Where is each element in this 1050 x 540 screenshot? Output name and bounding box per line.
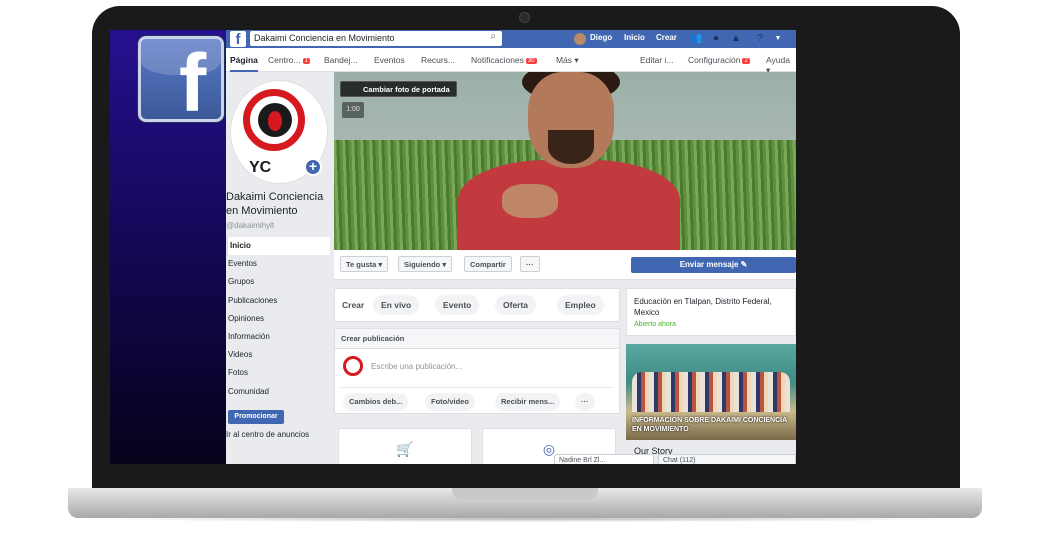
page-tabs: Página Centro... 1 Bandej... Eventos Recu… bbox=[226, 48, 796, 75]
page-handle[interactable]: @dakaimihylt bbox=[226, 221, 274, 230]
tab-bandeja[interactable]: Bandej... bbox=[324, 55, 358, 65]
offer-button[interactable]: Oferta bbox=[495, 295, 537, 315]
facebook-home-icon[interactable]: f bbox=[230, 31, 246, 48]
nav-item-grupos[interactable]: Grupos bbox=[226, 273, 330, 291]
messenger-icon[interactable]: ● bbox=[710, 33, 722, 45]
cart-icon: 🛒 bbox=[396, 441, 414, 457]
post-input[interactable]: Escribe una publicación... bbox=[371, 362, 462, 371]
photo-video-button[interactable]: Foto/video bbox=[425, 393, 475, 411]
chat-tab[interactable]: Nadine Brl Zl... bbox=[554, 454, 654, 464]
group-photo bbox=[632, 372, 790, 412]
share-button[interactable]: Compartir bbox=[464, 256, 512, 272]
laptop-notch bbox=[452, 488, 598, 500]
configuracion-badge: 2 bbox=[742, 58, 750, 64]
tab-editar[interactable]: Editar i... bbox=[640, 55, 674, 65]
webcam-icon bbox=[519, 12, 530, 23]
nav-item-inicio[interactable]: Inicio bbox=[226, 237, 330, 256]
home-link[interactable]: Inicio bbox=[624, 33, 645, 42]
create-box: Crear En vivo Evento Oferta Empleo bbox=[334, 288, 620, 322]
action-bar: Te gusta ▾ Siguiendo ▾ Compartir ··· Env… bbox=[334, 250, 796, 280]
person-beard bbox=[548, 130, 594, 164]
instagram-icon: ◎ bbox=[542, 441, 556, 457]
receive-messages-button[interactable]: Recibir mens... bbox=[495, 393, 561, 411]
tab-configuracion[interactable]: Configuración 2 bbox=[688, 55, 750, 65]
info-image[interactable]: INFORMACIÓN SOBRE DAKAIMI CONCIENCIA EN … bbox=[626, 344, 796, 440]
user-name-link[interactable]: Diego bbox=[590, 33, 612, 42]
search-icon[interactable]: ⌕ bbox=[490, 31, 496, 42]
ads-center-link[interactable]: Ir al centro de anuncios bbox=[226, 430, 309, 439]
change-button[interactable]: Cambios deb... bbox=[343, 393, 409, 411]
side-nav: Inicio Eventos Grupos Publicaciones Opin… bbox=[226, 237, 330, 401]
chevron-down-icon[interactable]: ▼ bbox=[772, 33, 784, 45]
like-button[interactable]: Te gusta ▾ bbox=[340, 256, 389, 272]
create-label: Crear bbox=[342, 300, 365, 310]
nav-item-eventos[interactable]: Eventos bbox=[226, 255, 330, 273]
facebook-page: f Dakaimi Conciencia en Movimiento ⌕ Die… bbox=[226, 30, 796, 464]
laptop-screen: f f Dakaimi Conciencia en Movimiento ⌕ D… bbox=[110, 30, 796, 464]
create-post-box: Crear publicación Escribe una publicació… bbox=[334, 328, 620, 414]
user-avatar[interactable] bbox=[574, 33, 586, 45]
facebook-logo-icon: f bbox=[138, 36, 224, 125]
more-actions-button[interactable]: ··· bbox=[520, 256, 540, 272]
tab-recursos[interactable]: Recurs... bbox=[421, 55, 455, 65]
tab-mas[interactable]: Más ▾ bbox=[556, 55, 579, 66]
cover-photo[interactable]: Cambiar foto de portada 1:00 bbox=[334, 72, 796, 250]
logo-text: YC bbox=[249, 159, 272, 176]
logo-drop bbox=[268, 111, 282, 131]
create-post-header: Crear publicación bbox=[335, 329, 619, 349]
nav-item-opiniones[interactable]: Opiniones bbox=[226, 310, 330, 328]
tab-notificaciones[interactable]: Notificaciones 30 bbox=[471, 55, 537, 65]
help-icon[interactable]: ? bbox=[754, 33, 766, 45]
live-button[interactable]: En vivo bbox=[373, 295, 420, 315]
change-cover-button[interactable]: Cambiar foto de portada bbox=[340, 81, 457, 97]
search-input[interactable]: Dakaimi Conciencia en Movimiento ⌕ bbox=[250, 31, 502, 46]
nav-item-fotos[interactable]: Fotos bbox=[226, 364, 330, 382]
left-column: YC + Dakaimi Conciencia en Movimiento @d… bbox=[226, 72, 334, 464]
centro-badge: 1 bbox=[302, 58, 310, 64]
nav-item-videos[interactable]: Videos bbox=[226, 346, 330, 364]
tab-eventos[interactable]: Eventos bbox=[374, 55, 405, 65]
send-message-button[interactable]: Enviar mensaje ✎ bbox=[631, 257, 796, 273]
notifications-bell-icon[interactable]: ▲ bbox=[730, 33, 742, 45]
search-value: Dakaimi Conciencia en Movimiento bbox=[254, 33, 395, 43]
person-hand bbox=[502, 184, 558, 218]
open-status: Abierto ahora bbox=[634, 321, 677, 328]
event-button[interactable]: Evento bbox=[435, 295, 480, 315]
info-title: INFORMACIÓN SOBRE DAKAIMI CONCIENCIA EN … bbox=[632, 417, 787, 433]
tab-centro[interactable]: Centro... 1 bbox=[268, 55, 310, 65]
nav-item-comunidad[interactable]: Comunidad bbox=[226, 383, 330, 401]
person-shirt bbox=[458, 160, 680, 250]
create-link[interactable]: Crear bbox=[656, 33, 677, 42]
promote-button[interactable]: Promocionar bbox=[228, 410, 284, 424]
shop-card[interactable]: 🛒 bbox=[338, 428, 472, 464]
location-box: Educación en Tlalpan, Distrito Federal, … bbox=[626, 288, 796, 336]
page-name: Dakaimi Conciencia en Movimiento bbox=[226, 191, 324, 217]
job-button[interactable]: Empleo bbox=[557, 295, 604, 315]
location-text: Educación en Tlalpan, Distrito Federal, … bbox=[634, 297, 772, 317]
add-photo-icon[interactable]: + bbox=[304, 158, 322, 176]
nav-item-publicaciones[interactable]: Publicaciones bbox=[226, 292, 330, 310]
chat-sidebar-toggle[interactable]: Chat (112) bbox=[658, 454, 796, 464]
video-time: 1:00 bbox=[342, 102, 364, 118]
page-avatar bbox=[343, 356, 363, 376]
notificaciones-badge: 30 bbox=[525, 58, 537, 64]
divider bbox=[341, 387, 613, 388]
nav-item-informacion[interactable]: Información bbox=[226, 328, 330, 346]
top-bar: f Dakaimi Conciencia en Movimiento ⌕ Die… bbox=[226, 30, 796, 48]
tab-pagina[interactable]: Página bbox=[230, 55, 258, 72]
more-post-options-button[interactable]: ··· bbox=[575, 393, 595, 411]
friends-icon[interactable]: 👥 bbox=[690, 33, 702, 45]
following-button[interactable]: Siguiendo ▾ bbox=[398, 256, 453, 272]
